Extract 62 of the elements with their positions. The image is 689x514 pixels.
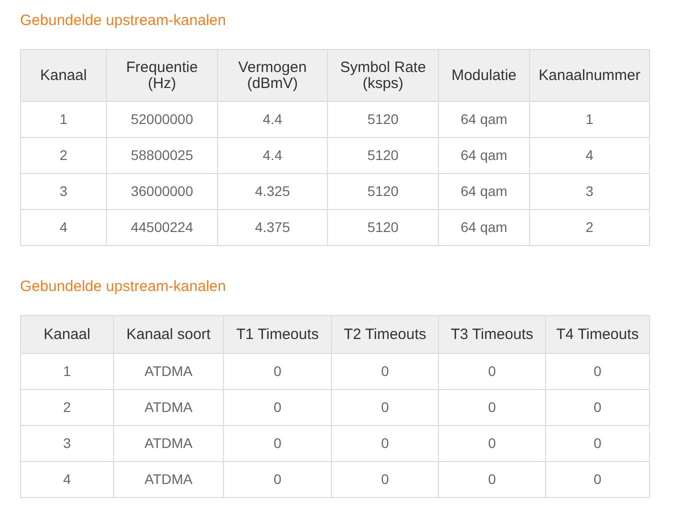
table-cell: 5120 — [328, 138, 438, 174]
table-cell: 3 — [530, 174, 650, 210]
table-cell: 0 — [438, 390, 546, 426]
table-cell: 0 — [546, 426, 650, 462]
table-cell: 2 — [530, 210, 650, 246]
table-cell: 64 qam — [438, 174, 530, 210]
column-header: Frequentie (Hz) — [106, 50, 218, 102]
table-cell: 4.325 — [218, 174, 328, 210]
table-cell: 3 — [20, 174, 106, 210]
table-cell: 5120 — [328, 102, 438, 138]
table-cell: 4.4 — [218, 102, 328, 138]
table-cell: ATDMA — [114, 462, 224, 498]
column-header: T2 Timeouts — [332, 316, 438, 354]
table-cell: 0 — [224, 462, 332, 498]
table-cell: 0 — [438, 462, 546, 498]
table-cell: 4.4 — [218, 138, 328, 174]
table-cell: 0 — [224, 390, 332, 426]
table-cell: 44500224 — [106, 210, 218, 246]
table-cell: 0 — [546, 390, 650, 426]
column-header: Kanaal soort — [114, 316, 224, 354]
column-header: Kanaal — [20, 50, 106, 102]
table-cell: 0 — [332, 354, 438, 390]
table-cell: 3 — [20, 426, 114, 462]
table-cell: 4 — [20, 462, 114, 498]
table-cell: 64 qam — [438, 210, 530, 246]
table-cell: 0 — [224, 426, 332, 462]
table-cell: ATDMA — [114, 426, 224, 462]
table-cell: 0 — [438, 354, 546, 390]
column-header: Kanaalnummer — [530, 50, 650, 102]
column-header: Kanaal — [20, 316, 114, 354]
table-cell: 4.375 — [218, 210, 328, 246]
table-cell: 0 — [332, 390, 438, 426]
table-cell: 58800025 — [106, 138, 218, 174]
section-title: Gebundelde upstream-kanalen — [20, 277, 226, 297]
column-header: T1 Timeouts — [224, 316, 332, 354]
table-cell: 1 — [530, 102, 650, 138]
table-cell: 0 — [438, 426, 546, 462]
table-cell: 0 — [546, 354, 650, 390]
table-cell: 64 qam — [438, 102, 530, 138]
table-cell: ATDMA — [114, 390, 224, 426]
table-cell: 1 — [20, 354, 114, 390]
table-cell: 4 — [530, 138, 650, 174]
column-header: T3 Timeouts — [438, 316, 546, 354]
table-cell: 0 — [546, 462, 650, 498]
table-cell: 0 — [332, 462, 438, 498]
table-cell: 64 qam — [438, 138, 530, 174]
table-cell: 0 — [224, 354, 332, 390]
table-cell: 0 — [332, 426, 438, 462]
table-cell: 52000000 — [106, 102, 218, 138]
table-cell: 1 — [20, 102, 106, 138]
table-cell: 2 — [20, 138, 106, 174]
table-cell: 36000000 — [106, 174, 218, 210]
table-cell: 5120 — [328, 174, 438, 210]
section-title: Gebundelde upstream-kanalen — [20, 11, 226, 31]
column-header: Symbol Rate (ksps) — [328, 50, 438, 102]
table-cell: 5120 — [328, 210, 438, 246]
table-cell: 2 — [20, 390, 114, 426]
table-cell: 4 — [20, 210, 106, 246]
column-header: Vermogen (dBmV) — [218, 50, 328, 102]
table-cell: ATDMA — [114, 354, 224, 390]
column-header: Modulatie — [438, 50, 530, 102]
column-header: T4 Timeouts — [546, 316, 650, 354]
